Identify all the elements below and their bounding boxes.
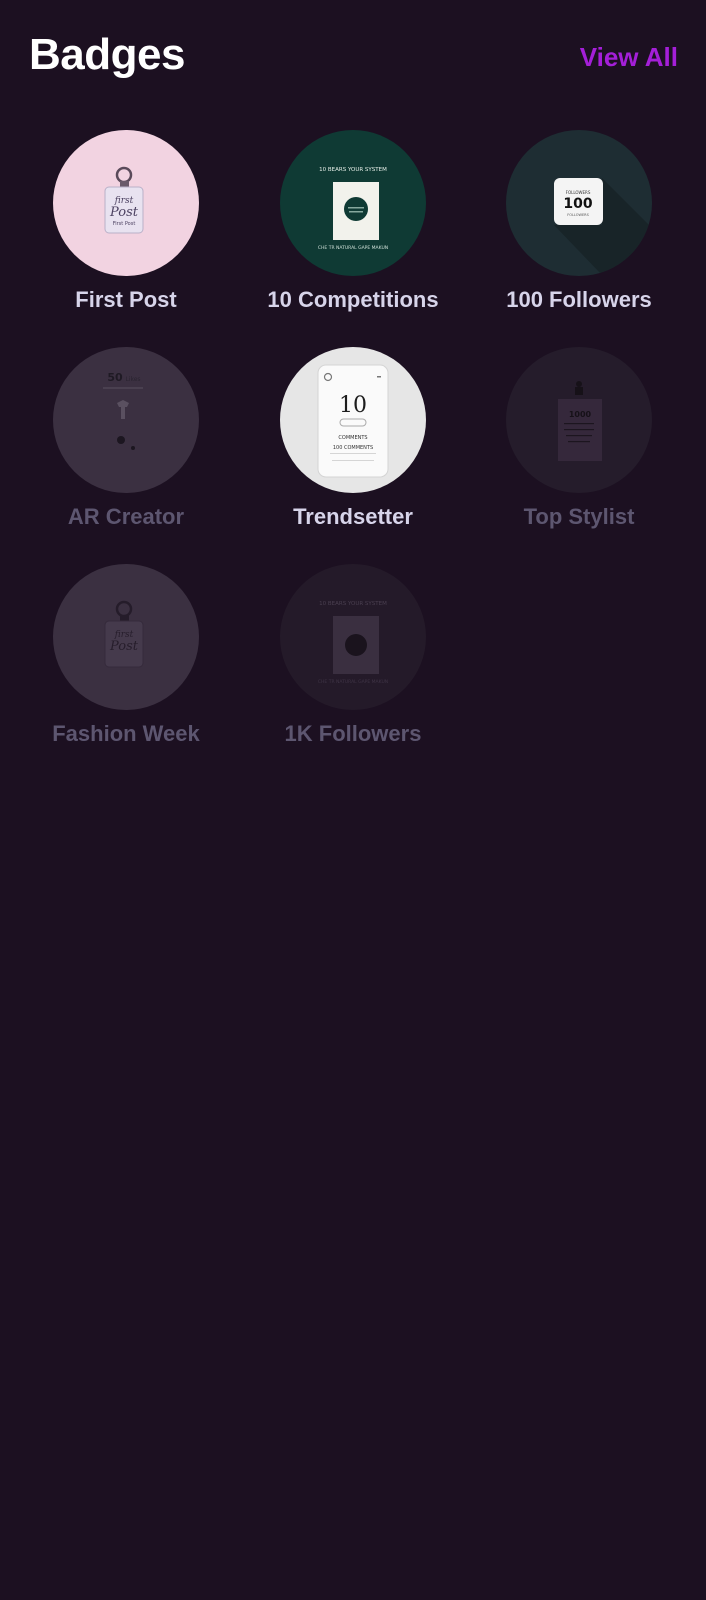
svg-text:1000: 1000 (569, 410, 592, 419)
svg-text:Post: Post (109, 639, 139, 654)
ar-creator-badge-icon: 50 Likes (53, 347, 199, 493)
svg-text:First Post: First Post (113, 221, 136, 227)
badge-10-competitions[interactable]: 10 BEARS YOUR SYSTEM CHE TR NATURAL GAPE… (240, 130, 466, 330)
svg-text:100: 100 (563, 196, 592, 212)
badge-label: 10 Competitions (267, 287, 439, 312)
svg-text:CHE TR NATURAL GAPE MAKUN: CHE TR NATURAL GAPE MAKUN (318, 679, 388, 685)
page-title: Badges (29, 30, 185, 79)
svg-text:FOLLOWERS: FOLLOWERS (567, 213, 589, 217)
badge-label: Fashion Week (52, 721, 200, 746)
view-all-link[interactable]: View All (580, 42, 678, 73)
trendsetter-badge-icon: 10 COMMENTS 100 COMMENTS (280, 347, 426, 493)
badge-1k-followers[interactable]: 10 BEARS YOUR SYSTEM CHE TR NATURAL GAPE… (240, 564, 466, 764)
badge-first-post[interactable]: first Post First Post First Post (13, 130, 239, 330)
svg-text:50: 50 (107, 371, 123, 384)
badge-fashion-week[interactable]: first Post Fashion Week (13, 564, 239, 764)
svg-text:10: 10 (339, 393, 367, 418)
svg-text:10 BEARS YOUR SYSTEM: 10 BEARS YOUR SYSTEM (319, 601, 387, 607)
svg-text:10 BEARS YOUR SYSTEM: 10 BEARS YOUR SYSTEM (319, 167, 387, 173)
svg-text:FOLLOWERS: FOLLOWERS (566, 190, 591, 195)
fashion-week-badge-icon: first Post (53, 564, 199, 710)
badge-label: First Post (75, 287, 177, 312)
svg-text:Post: Post (109, 205, 139, 220)
badge-top-stylist[interactable]: 1000 Top Stylist (466, 347, 692, 547)
badge-label: Trendsetter (293, 504, 413, 529)
badge-label: 100 Followers (506, 287, 652, 312)
svg-text:COMMENTS: COMMENTS (338, 435, 367, 441)
badge-label: AR Creator (67, 504, 185, 529)
competitions-badge-icon: 10 BEARS YOUR SYSTEM CHE TR NATURAL GAPE… (280, 130, 426, 276)
badge-ar-creator[interactable]: 50 Likes AR Creator (13, 347, 239, 547)
badge-100-followers[interactable]: FOLLOWERS 100 FOLLOWERS 100 Followers (466, 130, 692, 330)
badge-label: 1K Followers (284, 721, 422, 746)
top-stylist-badge-icon: 1000 (506, 347, 652, 493)
header: Badges View All (0, 0, 706, 120)
badge-label: Top Stylist (523, 504, 635, 529)
svg-text:CHE TR NATURAL GAPE MAKUN: CHE TR NATURAL GAPE MAKUN (318, 245, 388, 251)
svg-text:Likes: Likes (125, 376, 140, 383)
1k-followers-badge-icon: 10 BEARS YOUR SYSTEM CHE TR NATURAL GAPE… (280, 564, 426, 710)
first-post-badge-icon: first Post First Post (53, 130, 199, 276)
followers-badge-icon: FOLLOWERS 100 FOLLOWERS (506, 130, 652, 276)
badge-trendsetter[interactable]: 10 COMMENTS 100 COMMENTS Trendsetter (240, 347, 466, 547)
svg-text:100 COMMENTS: 100 COMMENTS (333, 445, 373, 451)
